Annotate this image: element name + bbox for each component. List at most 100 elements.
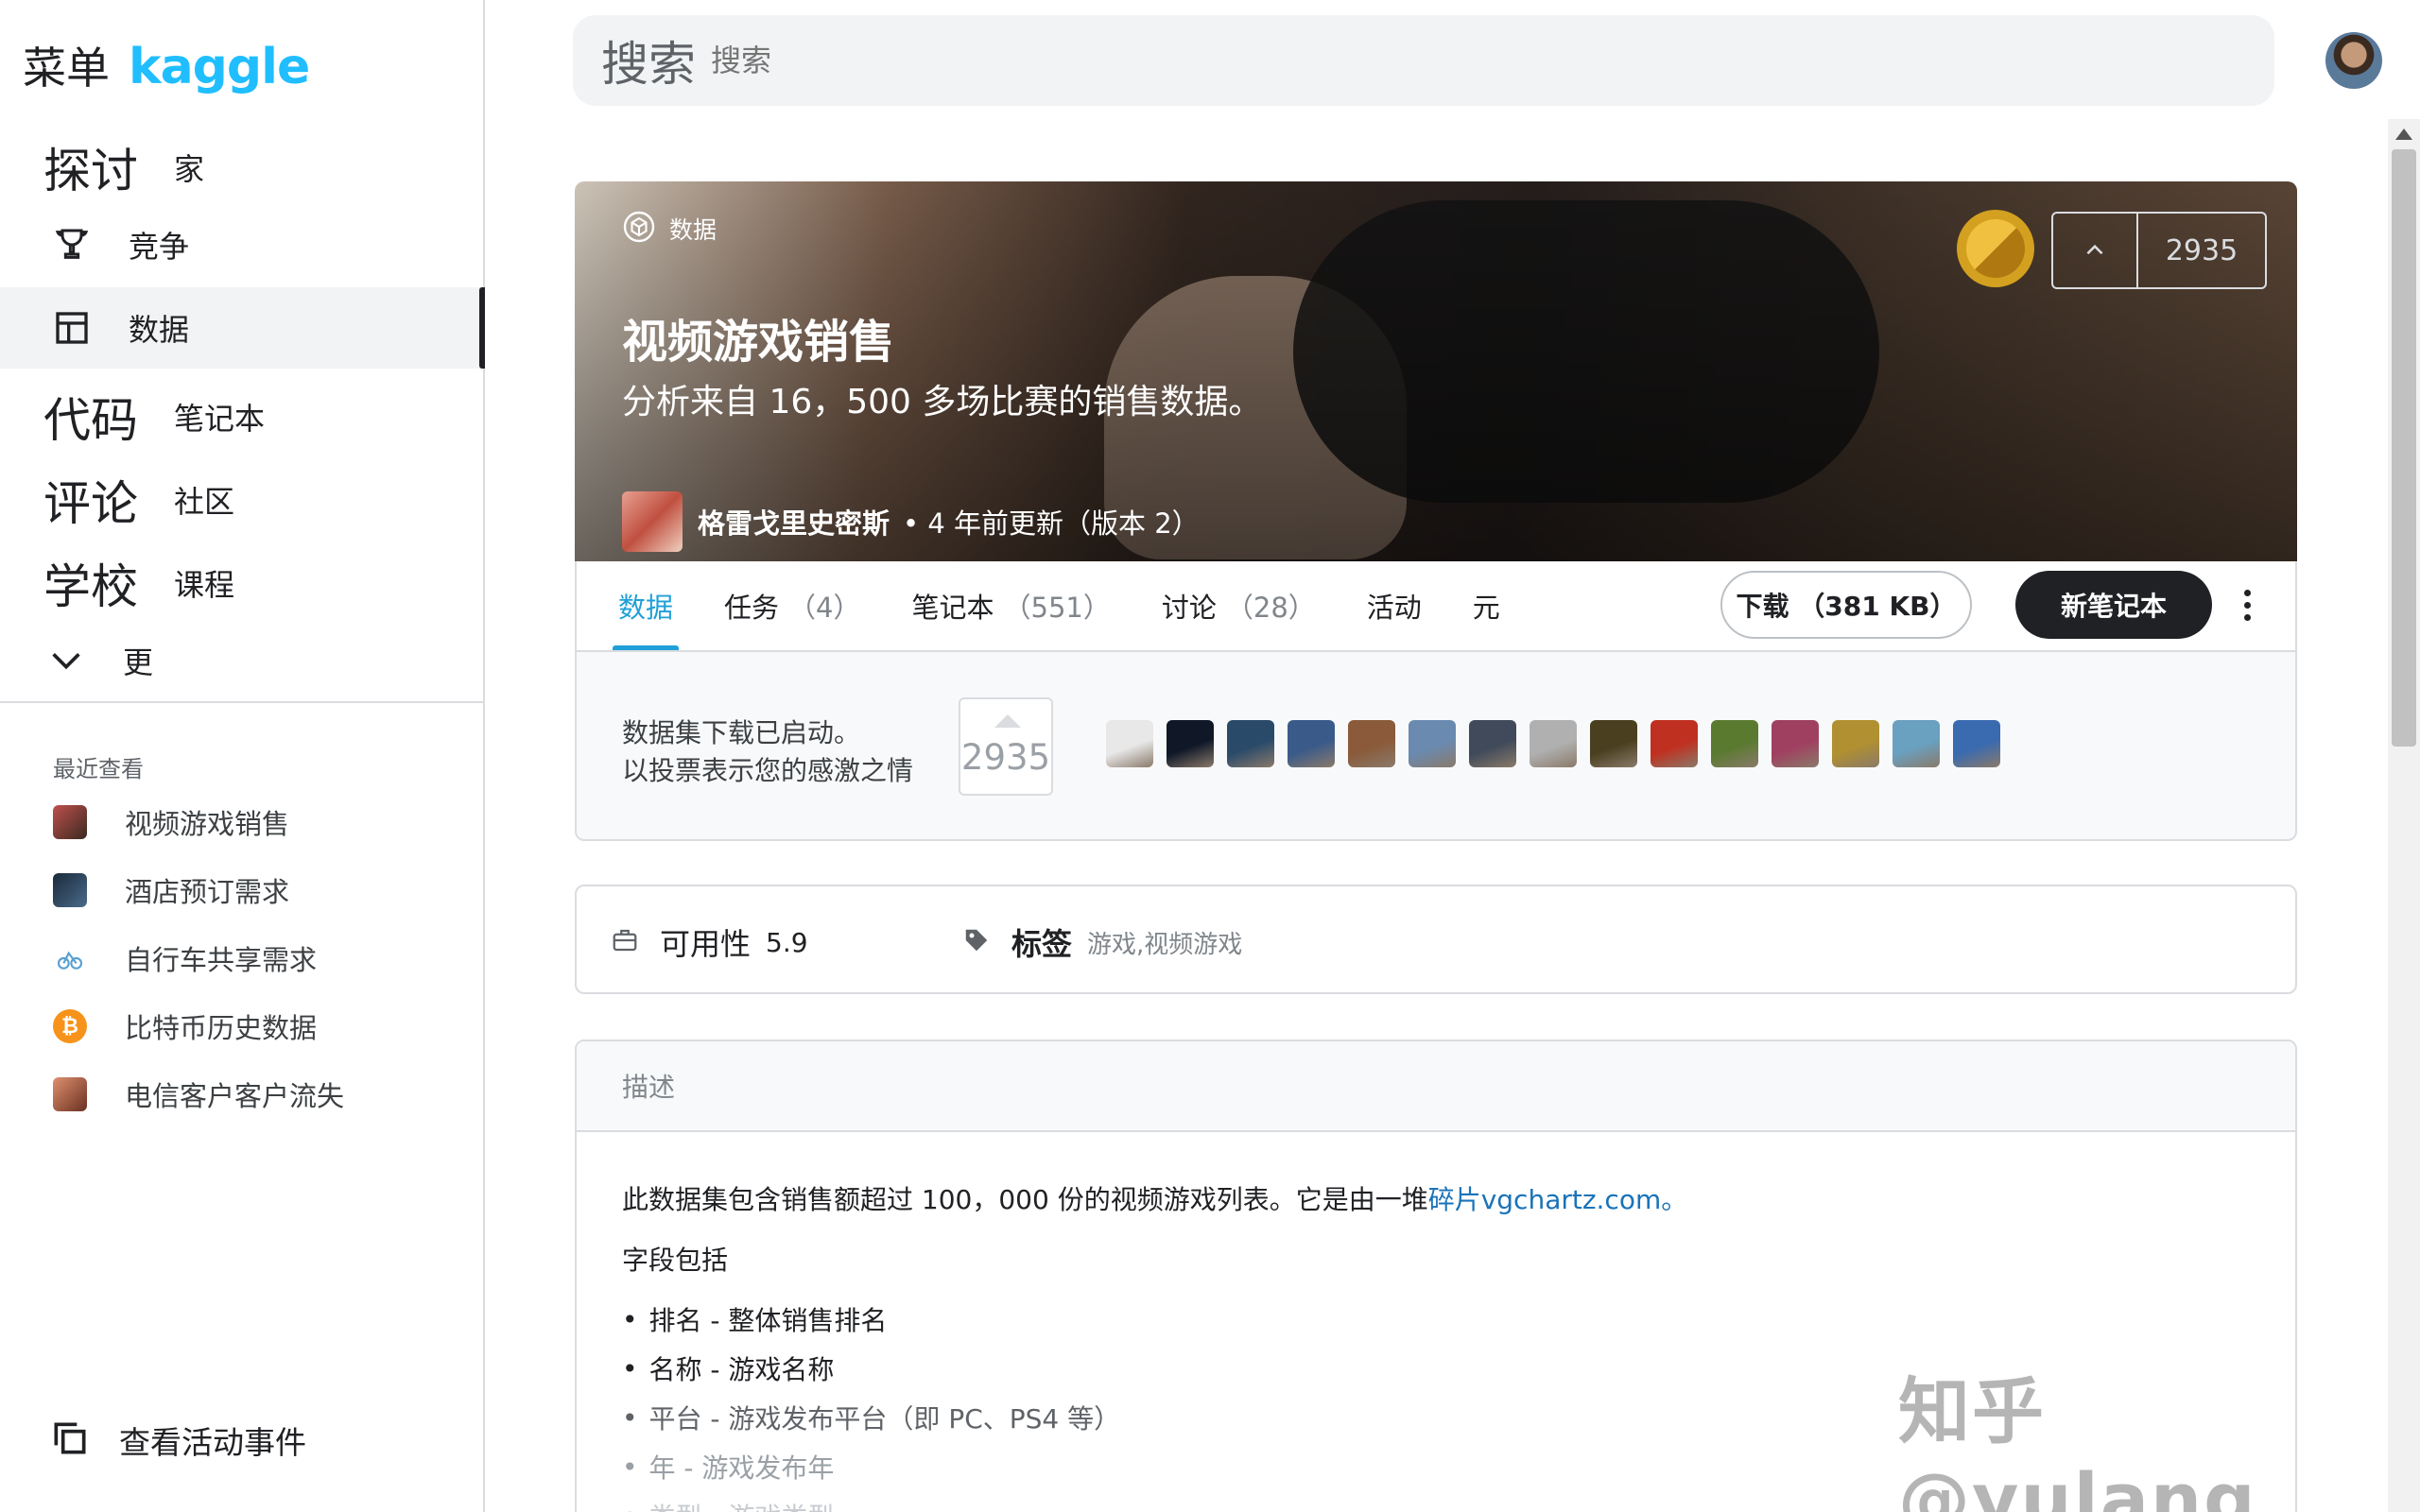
- sidebar-item-competitions[interactable]: 竞争: [0, 204, 483, 285]
- tab-label: 讨论: [1161, 592, 1217, 624]
- tab-count: （551）: [1003, 592, 1111, 624]
- tags-label: 标签: [1011, 926, 1073, 962]
- voter-avatar[interactable]: [1409, 720, 1456, 767]
- notice-vote-count: 2935: [960, 737, 1051, 778]
- voter-avatars: [1106, 720, 2000, 767]
- bitcoin-icon: ₿: [53, 1009, 87, 1043]
- tags: 标签 游戏,视频游戏: [962, 920, 1242, 964]
- recent-item-label: 酒店预订需求: [125, 876, 290, 908]
- tab-discussion[interactable]: 讨论 （28）: [1162, 561, 1316, 650]
- dataset-author: 格雷戈里史密斯 • 4 年前更新（版本 2）: [622, 491, 1200, 552]
- scroll-up-arrow-icon[interactable]: [2395, 129, 2412, 140]
- sidebar-item-section-label: 探讨: [43, 144, 138, 198]
- description-text: 此数据集包含销售额超过 100，000 份的视频游戏列表。它是由一堆: [622, 1184, 1428, 1215]
- sidebar-item-datasets[interactable]: 数据: [0, 287, 485, 369]
- recent-item-hotel-booking[interactable]: 酒店预订需求: [53, 868, 289, 913]
- tab-data[interactable]: 数据: [612, 561, 680, 650]
- upvote-arrow-icon: [994, 714, 1021, 728]
- dataset-thumbnail: [53, 1077, 87, 1111]
- tab-label: 元: [1472, 592, 1500, 624]
- fields-intro: 字段包括: [622, 1245, 729, 1276]
- voter-avatar[interactable]: [1348, 720, 1395, 767]
- download-button[interactable]: 下载 （381 KB）: [1720, 571, 1972, 639]
- recent-item-label: 比特币历史数据: [125, 1012, 318, 1044]
- tab-metadata[interactable]: 元: [1473, 561, 1500, 650]
- voter-avatar[interactable]: [1590, 720, 1637, 767]
- sidebar-divider: [0, 701, 483, 703]
- sidebar-item-label: 竞争: [129, 229, 190, 265]
- author-name[interactable]: 格雷戈里史密斯: [698, 502, 890, 541]
- user-avatar[interactable]: [2325, 32, 2382, 89]
- sidebar-item-community[interactable]: 评论 社区: [0, 459, 483, 541]
- kaggle-logo[interactable]: kaggle: [129, 39, 310, 95]
- sidebar-item-section-label: 学校: [43, 559, 138, 614]
- dataset-thumbnail: [53, 805, 87, 839]
- fields-list: 排名 - 整体销售排名 名称 - 游戏名称 平台 - 游戏发布平台（即 PC、P…: [622, 1295, 1121, 1512]
- list-item: 排名 - 整体销售排名: [622, 1295, 1120, 1344]
- sidebar-item-notebooks[interactable]: 代码 笔记本: [0, 376, 483, 457]
- search-input[interactable]: [711, 43, 1940, 78]
- tab-activity[interactable]: 活动: [1367, 561, 1422, 650]
- more-options-icon[interactable]: [2233, 584, 2261, 626]
- author-avatar[interactable]: [622, 491, 683, 552]
- upvote-button[interactable]: [2053, 214, 2138, 287]
- usability-label: 可用性: [660, 926, 752, 962]
- page-scrollbar[interactable]: [2388, 119, 2420, 1512]
- update-info: • 4 年前更新（版本 2）: [903, 507, 1200, 540]
- voter-avatar[interactable]: [1288, 720, 1335, 767]
- bicycle-icon: [53, 941, 87, 975]
- list-item: 类型 - 游戏类型: [622, 1491, 1120, 1512]
- cube-icon: [622, 210, 656, 248]
- dataset-title: 视频游戏销售: [622, 316, 895, 369]
- menu-button[interactable]: 菜单: [23, 34, 110, 96]
- view-active-events[interactable]: 查看活动事件: [49, 1418, 306, 1463]
- vgchartz-link[interactable]: 碎片vgchartz.com。: [1428, 1184, 1688, 1215]
- new-notebook-button[interactable]: 新笔记本: [2015, 571, 2212, 639]
- recent-item-telco-churn[interactable]: 电信客户客户流失: [53, 1072, 344, 1117]
- tag-icon: [962, 926, 991, 958]
- sidebar-item-courses[interactable]: 学校 课程: [0, 542, 483, 624]
- briefcase-icon: [611, 926, 639, 958]
- tab-label: 任务: [724, 592, 780, 624]
- voter-avatar[interactable]: [1893, 720, 1940, 767]
- dataset-tabs: 数据 任务 （4） 笔记本 （551） 讨论 （28） 活动 元 下载 （381 KB…: [575, 561, 2297, 650]
- voter-avatar[interactable]: [1106, 720, 1153, 767]
- voter-avatar[interactable]: [1227, 720, 1274, 767]
- tags-value[interactable]: 游戏,视频游戏: [1087, 925, 1242, 960]
- scrollbar-thumb[interactable]: [2392, 149, 2416, 747]
- recent-item-bitcoin-history[interactable]: ₿ 比特币历史数据: [53, 1004, 317, 1049]
- search-bar[interactable]: 搜索: [573, 15, 2274, 106]
- dataset-subtitle: 分析来自 16，500 多场比赛的销售数据。: [622, 383, 1263, 421]
- voter-avatar[interactable]: [1953, 720, 2000, 767]
- voter-avatar[interactable]: [1711, 720, 1758, 767]
- sidebar-item-more[interactable]: 更: [0, 620, 483, 701]
- list-item: 年 - 游戏发布年: [622, 1442, 1120, 1491]
- sidebar-item-label: 笔记本: [174, 401, 266, 437]
- recent-item-bike-sharing[interactable]: 自行车共享需求: [53, 936, 317, 981]
- copy-icon: [49, 1418, 91, 1463]
- recent-item-label: 自行车共享需求: [125, 944, 318, 976]
- chevron-down-icon: [43, 638, 89, 683]
- voter-avatar[interactable]: [1469, 720, 1516, 767]
- list-item: 平台 - 游戏发布平台（即 PC、PS4 等）: [622, 1393, 1121, 1442]
- chevron-up-icon: [2086, 244, 2103, 255]
- tab-tasks[interactable]: 任务 （4）: [724, 561, 860, 650]
- voter-avatar[interactable]: [1167, 720, 1214, 767]
- usability-value: 5.9: [766, 926, 808, 958]
- download-notice: 数据集下载已启动。 以投票表示您的感激之情 2935: [575, 650, 2297, 841]
- voter-avatar[interactable]: [1530, 720, 1577, 767]
- tab-label: 活动: [1366, 592, 1422, 624]
- voter-avatar[interactable]: [1772, 720, 1819, 767]
- tab-count: （4）: [788, 592, 861, 624]
- upvote-widget[interactable]: 2935: [2051, 212, 2267, 289]
- recent-item-video-game-sales[interactable]: 视频游戏销售: [53, 799, 289, 845]
- recent-item-label: 视频游戏销售: [125, 808, 290, 840]
- sidebar-item-home[interactable]: 探讨 家: [0, 127, 483, 208]
- dataset-thumbnail: [53, 873, 87, 907]
- voter-avatar[interactable]: [1832, 720, 1879, 767]
- notice-line-2: 以投票表示您的感激之情: [622, 755, 914, 786]
- voter-avatar[interactable]: [1651, 720, 1698, 767]
- tab-notebooks[interactable]: 笔记本 （551）: [911, 561, 1110, 650]
- notice-upvote-button[interactable]: 2935: [959, 697, 1053, 796]
- table-icon: [49, 305, 95, 351]
